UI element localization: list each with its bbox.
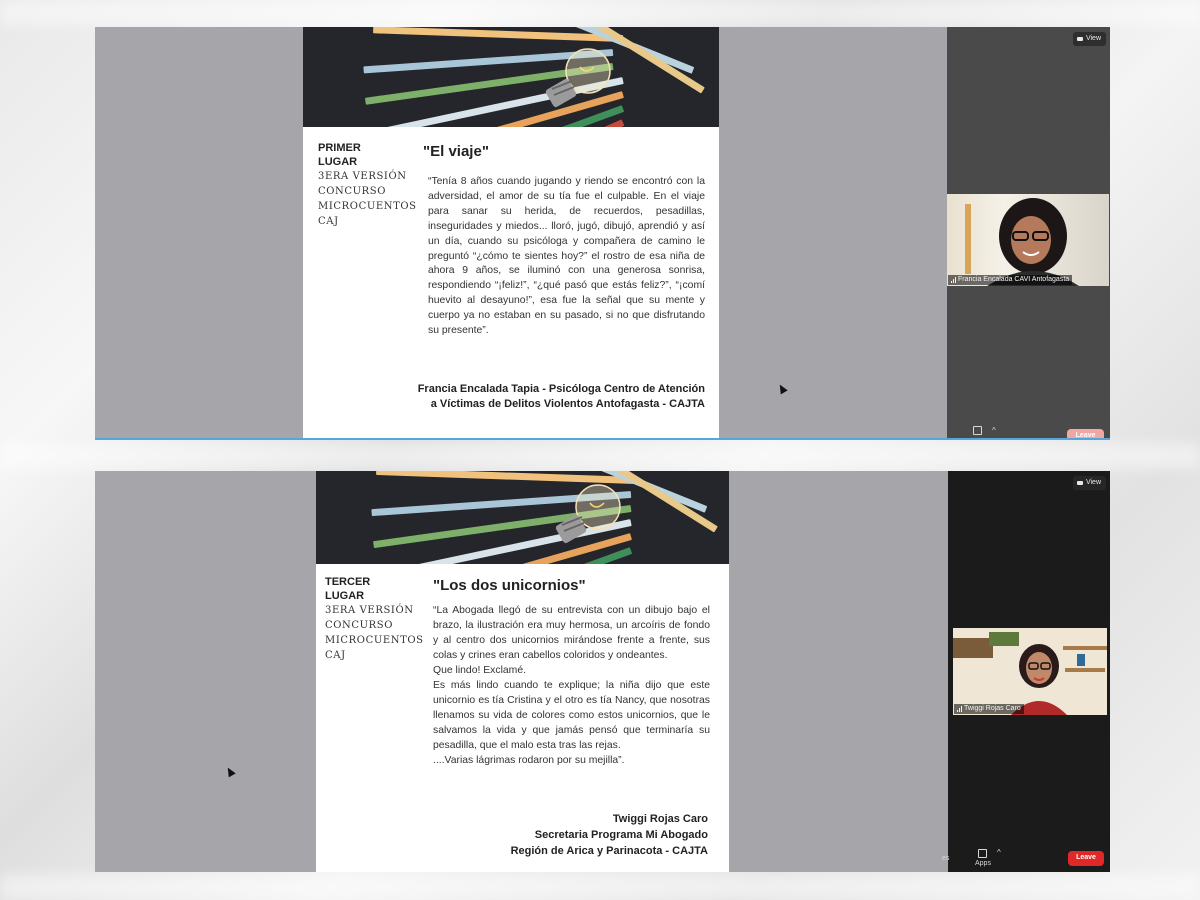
placement-label: PRIMER LUGAR 3ERA VERSIÓN CONCURSO MICRO… (318, 141, 418, 229)
apps-label: Apps (975, 860, 991, 867)
contest-slide: PRIMER LUGAR 3ERA VERSIÓN CONCURSO MICRO… (303, 27, 719, 438)
meeting-screenshot-top: PRIMER LUGAR 3ERA VERSIÓN CONCURSO MICRO… (95, 27, 1110, 440)
pencils-lightbulb-image (303, 27, 719, 127)
lightbulb-icon (555, 484, 621, 544)
author-line: Francia Encalada Tapia - Psicóloga Centr… (417, 383, 705, 395)
story-title: "El viaje" (423, 143, 489, 160)
place-word: LUGAR (318, 156, 358, 168)
author-credit: Twiggi Rojas Caro Secretaria Programa Mi… (511, 811, 708, 859)
participant-video[interactable]: Francia Encalada CAVI Antofagasta (947, 194, 1109, 286)
story-text: “La Abogada llegó de su entrevista con u… (433, 603, 710, 768)
camera-icon (1076, 37, 1083, 41)
story-paragraph: “Tenía 8 años cuando jugando y riendo se… (428, 176, 705, 337)
camera-icon (1076, 481, 1083, 485)
story-paragraph: ....Varias lágrimas rodaron por su mejil… (433, 755, 625, 766)
fullscreen-button[interactable] (973, 426, 982, 435)
toolbar-label-cut[interactable]: es (942, 855, 949, 862)
author-line: a Víctimas de Delitos Violentos Antofaga… (430, 398, 705, 410)
lightbulb-icon (545, 48, 611, 108)
participant-name-tag: Francia Encalada CAVI Antofagasta (948, 275, 1073, 285)
shared-screen-area: TERCER LUGAR 3ERA VERSIÓN CONCURSO MICRO… (95, 471, 948, 872)
background-fabric (0, 443, 1200, 469)
place-rank: PRIMER (318, 142, 361, 154)
chevron-up-icon[interactable]: ^ (992, 426, 996, 435)
contest-word: CONCURSO (325, 620, 394, 631)
participant-name: Francia Encalada CAVI Antofagasta (958, 276, 1070, 283)
background-fabric (0, 0, 1200, 25)
story-paragraph: Que lindo! Exclamé. (433, 665, 526, 676)
author-line: Región de Arica y Parinacota - CAJTA (510, 845, 708, 857)
view-label: View (1085, 479, 1101, 486)
contest-slide: TERCER LUGAR 3ERA VERSIÓN CONCURSO MICRO… (316, 471, 729, 872)
story-text: “Tenía 8 años cuando jugando y riendo se… (428, 175, 705, 339)
video-panel: View Twiggi Rojas Caro es Apps ^ Leave (942, 471, 1110, 872)
meeting-screenshot-bottom: TERCER LUGAR 3ERA VERSIÓN CONCURSO MICRO… (95, 471, 1110, 872)
participant-name: Twiggi Rojas Caro (964, 705, 1021, 712)
contest-org: CAJ (318, 216, 339, 227)
view-button[interactable]: View (1072, 476, 1106, 490)
apps-icon (978, 849, 988, 858)
leave-button[interactable]: Leave (1068, 851, 1104, 866)
shared-screen-area: PRIMER LUGAR 3ERA VERSIÓN CONCURSO MICRO… (95, 27, 947, 438)
contest-edition: 3ERA VERSIÓN (318, 171, 407, 182)
author-line: Secretaria Programa Mi Abogado (534, 829, 708, 841)
place-rank: TERCER (325, 576, 371, 588)
background-fabric (0, 874, 1200, 900)
expand-icon (973, 426, 982, 435)
contest-name: MICROCUENTOS (325, 635, 424, 646)
contest-edition: 3ERA VERSIÓN (325, 605, 414, 616)
participant-avatar (953, 628, 1107, 715)
mouse-cursor-icon (776, 382, 788, 395)
pencils-lightbulb-image (316, 471, 729, 564)
contest-word: CONCURSO (318, 186, 387, 197)
participant-name-tag: Twiggi Rojas Caro (954, 704, 1024, 714)
story-paragraph: Es más lindo cuando te explique; la niña… (433, 680, 710, 751)
participant-video[interactable]: Twiggi Rojas Caro (953, 628, 1107, 715)
signal-icon (957, 706, 962, 712)
signal-icon (951, 277, 956, 283)
mouse-cursor-icon (224, 765, 236, 778)
story-title: "Los dos unicornios" (433, 577, 586, 594)
contest-name: MICROCUENTOS (318, 201, 417, 212)
chevron-up-icon[interactable]: ^ (997, 848, 1001, 857)
story-paragraph: “La Abogada llegó de su entrevista con u… (433, 605, 710, 661)
participant-avatar (965, 198, 1079, 286)
leave-button[interactable]: Leave (1067, 429, 1104, 438)
place-word: LUGAR (325, 590, 365, 602)
author-credit: Francia Encalada Tapia - Psicóloga Centr… (418, 382, 705, 412)
apps-button[interactable]: Apps (975, 849, 991, 867)
video-panel: View Francia Encalada CAVI Antofagasta ^… (947, 27, 1110, 438)
placement-label: TERCER LUGAR 3ERA VERSIÓN CONCURSO MICRO… (325, 575, 425, 663)
view-label: View (1085, 35, 1101, 42)
contest-org: CAJ (325, 650, 346, 661)
author-line: Twiggi Rojas Caro (612, 813, 708, 825)
view-button[interactable]: View (1072, 32, 1106, 46)
